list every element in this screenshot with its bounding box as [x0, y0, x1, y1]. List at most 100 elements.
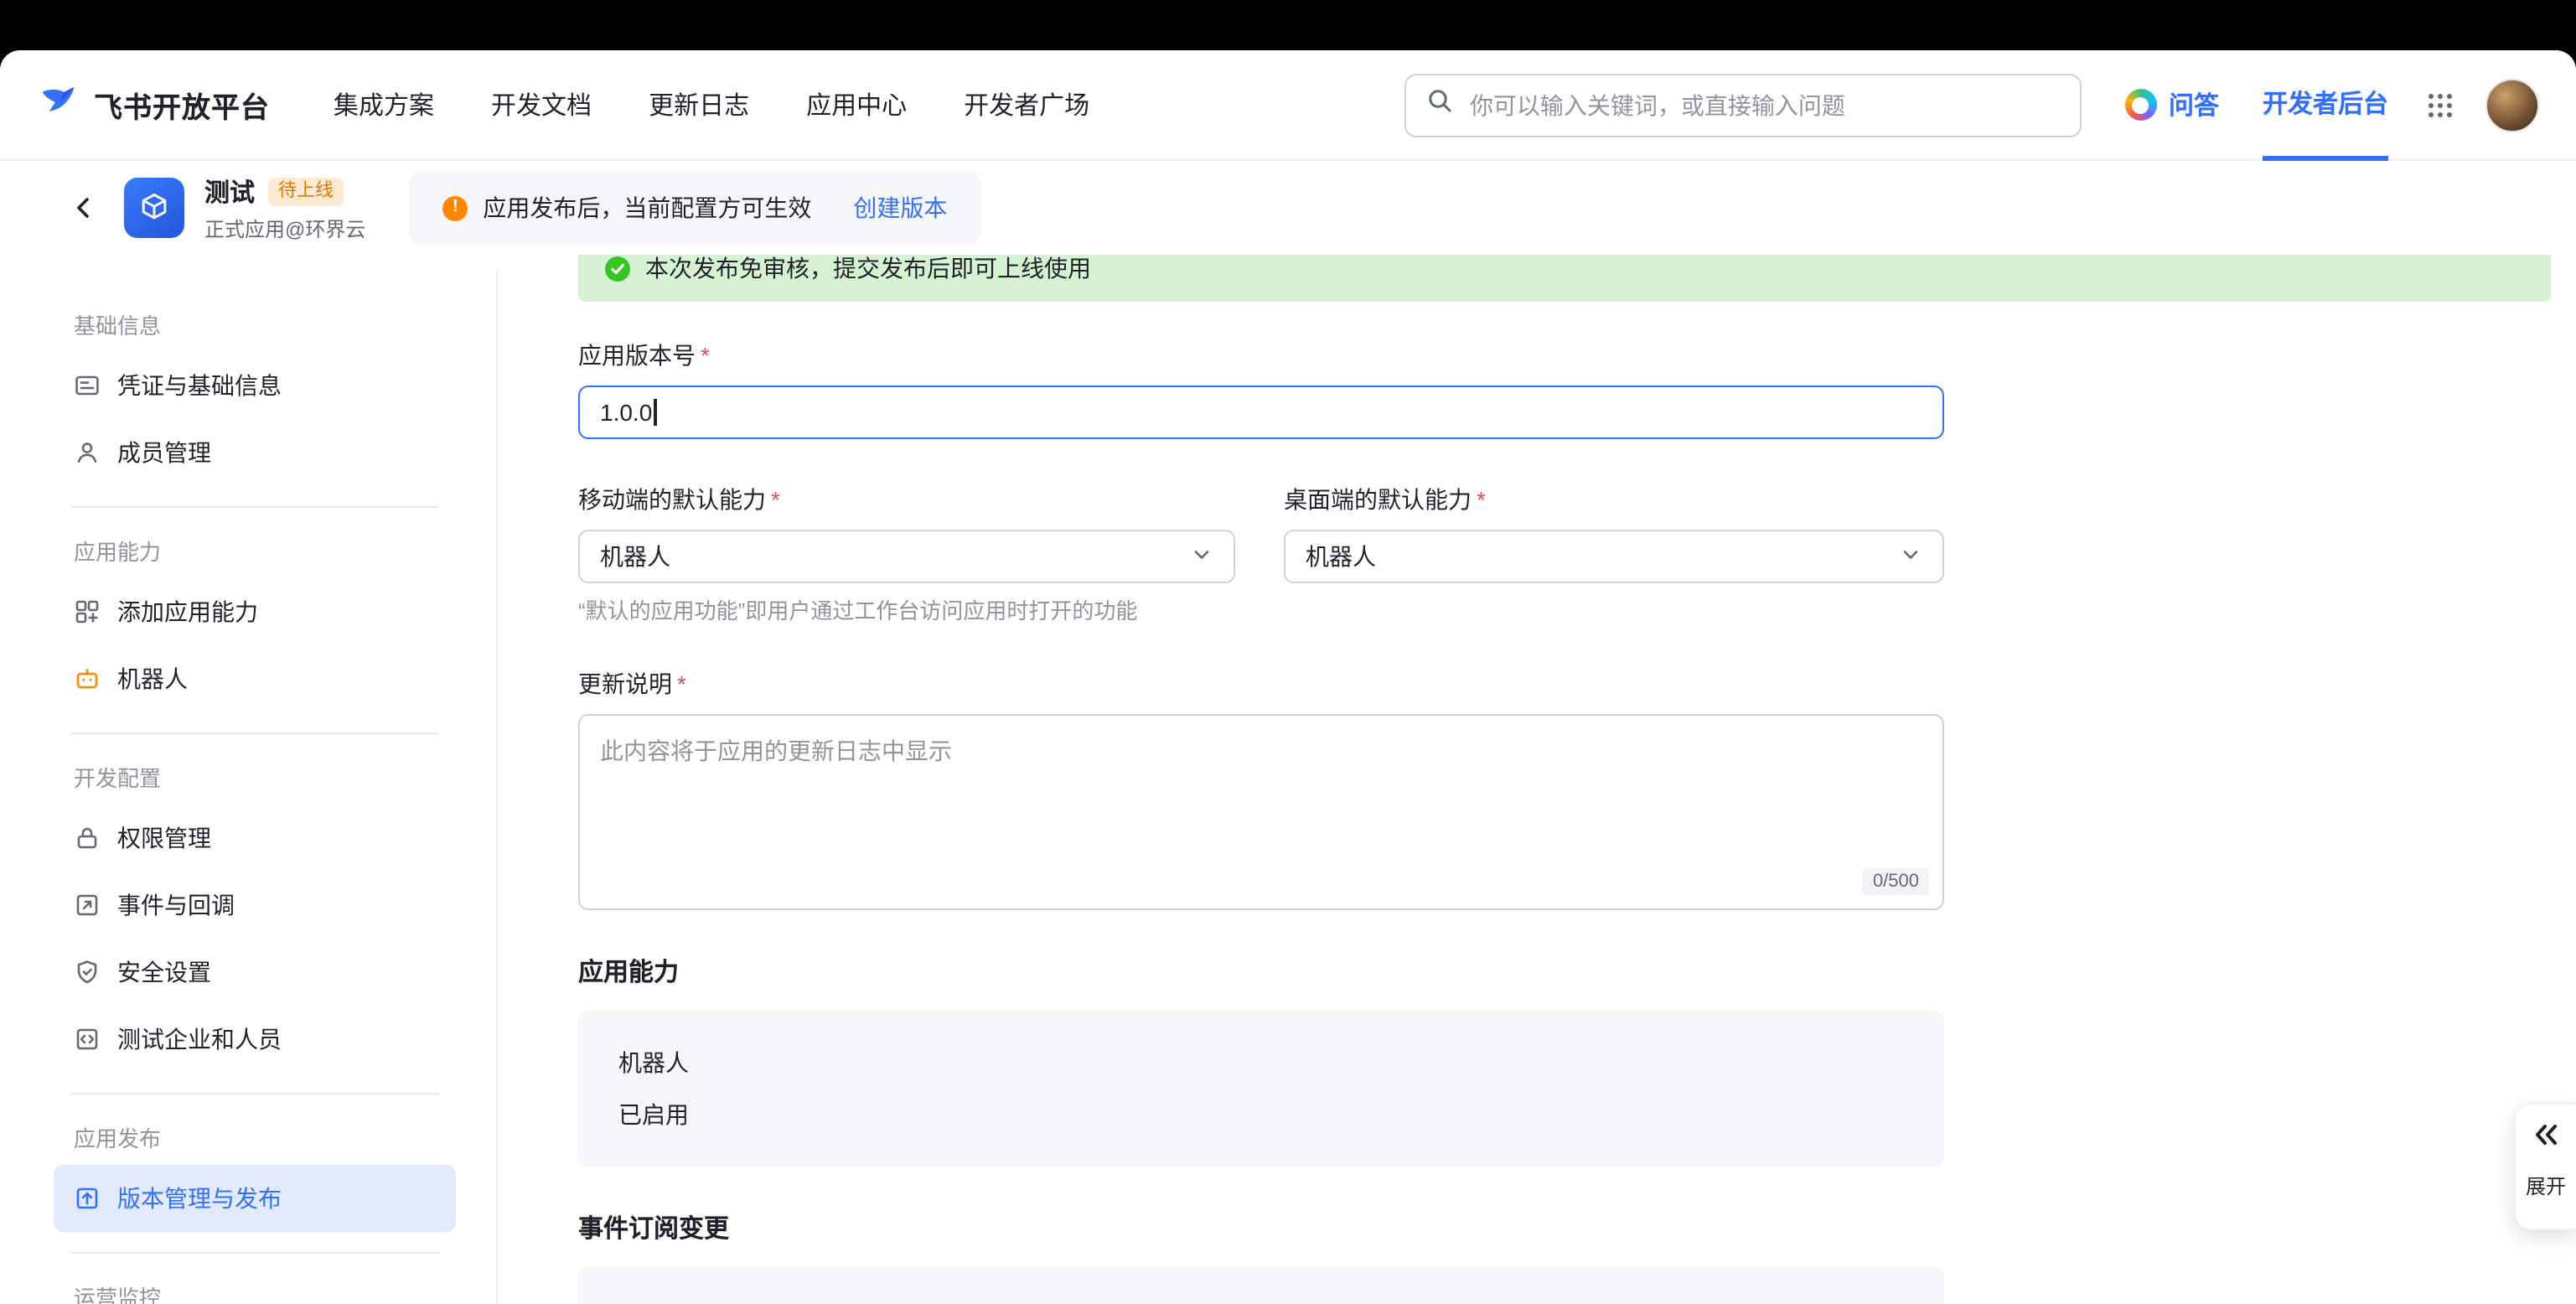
text-caret	[654, 399, 656, 426]
required-mark: *	[771, 486, 780, 513]
browser-window: 飞书开放平台 集成方案 开发文档 更新日志 应用中心 开发者广场 问答 开发者后…	[0, 50, 2576, 1304]
members-icon	[74, 439, 101, 466]
search-input[interactable]	[1466, 90, 2060, 120]
char-counter: 0/500	[1863, 868, 1929, 895]
nav-item-integrations[interactable]: 集成方案	[334, 87, 434, 122]
divider	[70, 1093, 439, 1094]
qa-entry[interactable]: 问答	[2125, 87, 2219, 122]
mobile-capability-select[interactable]: 机器人	[578, 530, 1235, 583]
brand-logo[interactable]: 飞书开放平台	[37, 79, 270, 131]
sidebar-section-monitoring: 运营监控	[54, 1274, 456, 1304]
sidebar-section-basic-info: 基础信息	[54, 302, 456, 352]
user-avatar[interactable]	[2485, 78, 2539, 132]
app-subtitle: 正式应用@环界云	[204, 214, 365, 242]
sidebar-item-members[interactable]: 成员管理	[54, 419, 456, 486]
screen: 飞书开放平台 集成方案 开发文档 更新日志 应用中心 开发者广场 问答 开发者后…	[0, 0, 2576, 1304]
nav-item-docs[interactable]: 开发文档	[491, 87, 592, 122]
capability-hint: “默认的应用功能”即用户通过工作台访问应用时打开的功能	[578, 597, 1944, 627]
tab-developer-console[interactable]: 开发者后台	[2263, 50, 2388, 160]
warning-icon: !	[442, 195, 468, 220]
nav-item-app-center[interactable]: 应用中心	[806, 87, 907, 122]
sidebar-item-label: 事件与回调	[117, 888, 235, 922]
release-form: 应用版本号* 1.0.0 移动端的默认能力* 机器人	[578, 339, 1944, 1304]
sidebar-item-label: 权限管理	[117, 821, 211, 855]
capability-name: 机器人	[618, 1048, 1904, 1078]
double-chevron-left-icon	[2531, 1121, 2561, 1157]
sidebar-item-label: 安全设置	[117, 955, 211, 989]
status-badge: 待上线	[268, 177, 344, 205]
sidebar-item-version-release[interactable]: 版本管理与发布	[54, 1165, 456, 1232]
publish-notice: ! 应用发布后，当前配置方可生效 创建版本	[409, 171, 980, 245]
create-version-link[interactable]: 创建版本	[853, 191, 947, 225]
sidebar-item-label: 添加应用能力	[117, 595, 258, 629]
required-mark: *	[677, 670, 686, 697]
sidebar-item-label: 测试企业和人员	[117, 1022, 282, 1056]
success-banner: 本次发布免审核，提交发布后即可上线使用	[578, 255, 2551, 302]
id-card-icon	[74, 372, 101, 399]
update-notes-label: 更新说明*	[578, 667, 1944, 701]
top-navbar: 飞书开放平台 集成方案 开发文档 更新日志 应用中心 开发者广场 问答 开发者后…	[0, 50, 2576, 161]
desktop-capability-select[interactable]: 机器人	[1284, 530, 1944, 583]
sidebar-item-credentials[interactable]: 凭证与基础信息	[54, 352, 456, 419]
sidebar-item-add-capability[interactable]: 添加应用能力	[54, 578, 456, 645]
version-label: 应用版本号*	[578, 339, 1944, 372]
sidebar-item-label: 凭证与基础信息	[117, 369, 282, 402]
lock-icon	[74, 825, 101, 851]
primary-nav: 集成方案 开发文档 更新日志 应用中心 开发者广场	[334, 87, 1089, 122]
sidebar-section-dev-config: 开发配置	[54, 754, 456, 805]
feishu-logo-icon	[37, 79, 80, 131]
qa-label: 问答	[2169, 87, 2219, 122]
event-summary-box	[578, 1267, 1944, 1304]
publish-icon	[74, 1185, 101, 1212]
sidebar-item-label: 成员管理	[117, 436, 211, 469]
chevron-down-icon	[1899, 542, 1922, 571]
capability-summary-box: 机器人 已启用	[578, 1011, 1944, 1167]
mobile-capability-value: 机器人	[600, 540, 670, 573]
sidebar-item-test-org[interactable]: 测试企业和人员	[54, 1006, 456, 1073]
sidebar: 基础信息 凭证与基础信息 成员管理 应用能力 添加应用能力 机器人 开发配置	[54, 285, 456, 1304]
required-mark: *	[701, 342, 710, 369]
sidebar-section-release: 应用发布	[54, 1115, 456, 1165]
back-chevron-icon[interactable]	[67, 191, 101, 225]
app-name: 测试	[204, 173, 255, 209]
chevron-down-icon	[1190, 542, 1213, 571]
capability-section-title: 应用能力	[578, 957, 1944, 991]
add-capability-icon	[74, 598, 101, 625]
sidebar-item-label: 版本管理与发布	[117, 1182, 282, 1215]
sidebar-item-security[interactable]: 安全设置	[54, 939, 456, 1006]
app-meta: 测试 待上线 正式应用@环界云	[204, 173, 365, 242]
check-circle-icon	[605, 256, 630, 281]
mobile-capability-label: 移动端的默认能力*	[578, 483, 1235, 516]
update-notes-wrap: 0/500	[578, 714, 1944, 910]
capability-status: 已启用	[618, 1100, 1904, 1130]
divider	[70, 732, 439, 734]
global-search[interactable]	[1404, 73, 2082, 137]
code-box-icon	[74, 1026, 101, 1053]
update-notes-textarea[interactable]	[578, 714, 1944, 910]
apps-grid-icon[interactable]	[2425, 90, 2455, 120]
expand-panel-button[interactable]: 展开	[2514, 1103, 2576, 1230]
qa-assistant-icon	[2125, 89, 2157, 121]
notice-text: 应用发布后，当前配置方可生效	[483, 191, 811, 225]
nav-item-dev-plaza[interactable]: 开发者广场	[964, 87, 1089, 122]
app-cube-icon	[124, 178, 184, 238]
sidebar-item-permissions[interactable]: 权限管理	[54, 805, 456, 872]
robot-icon	[74, 665, 101, 692]
sidebar-item-events-callbacks[interactable]: 事件与回调	[54, 872, 456, 939]
sidebar-section-capabilities: 应用能力	[54, 528, 456, 578]
nav-item-changelog[interactable]: 更新日志	[649, 87, 749, 122]
event-section-title: 事件订阅变更	[578, 1213, 1944, 1247]
expand-label: 展开	[2526, 1172, 2566, 1200]
app-header: 测试 待上线 正式应用@环界云 ! 应用发布后，当前配置方可生效 创建版本	[0, 161, 2576, 255]
main-content: 本次发布免审核，提交发布后即可上线使用 应用版本号* 1.0.0 移动端的默认能…	[498, 255, 2576, 1304]
brand-title: 飞书开放平台	[94, 84, 270, 126]
divider	[70, 1252, 439, 1254]
success-banner-text: 本次发布免审核，提交发布后即可上线使用	[645, 255, 1091, 285]
shield-check-icon	[74, 959, 101, 986]
sidebar-item-label: 机器人	[117, 662, 188, 696]
sidebar-item-bot[interactable]: 机器人	[54, 645, 456, 712]
search-icon	[1426, 87, 1453, 122]
event-callback-icon	[74, 892, 101, 918]
version-input[interactable]: 1.0.0	[578, 386, 1944, 439]
divider	[70, 506, 439, 508]
